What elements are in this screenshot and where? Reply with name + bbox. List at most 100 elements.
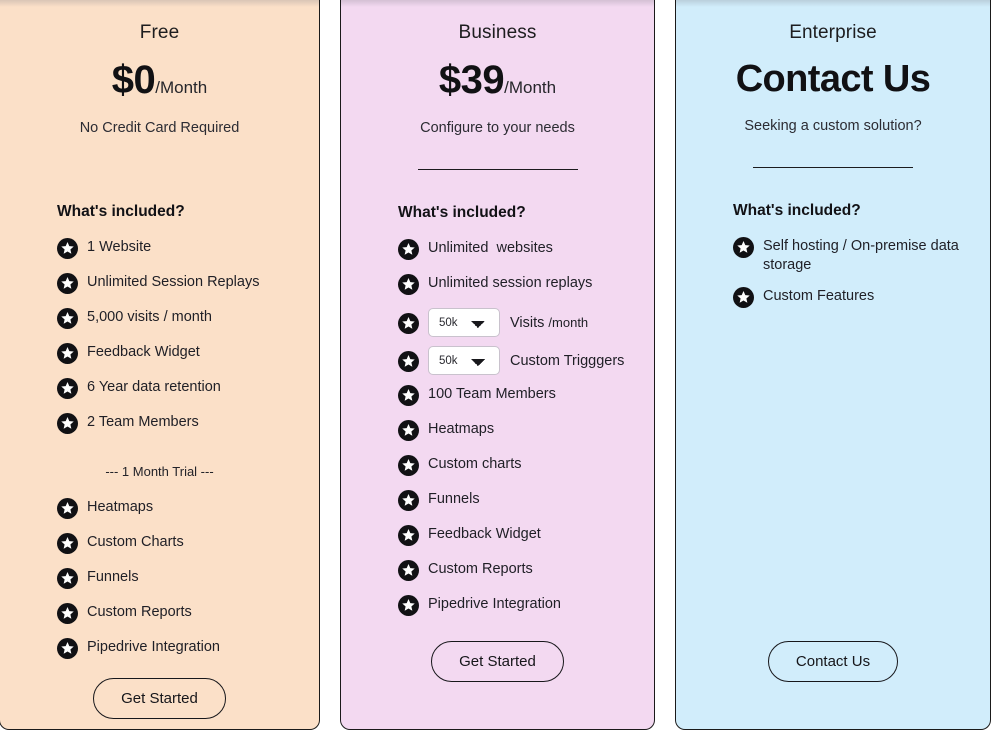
feature-label: Funnels — [87, 569, 139, 585]
star-badge-icon — [398, 274, 419, 295]
divider — [753, 167, 913, 168]
feature-list: Unlimited websites Unlimited session rep… — [361, 238, 634, 629]
list-item: Heatmaps — [398, 419, 634, 443]
feature-label: Funnels — [428, 491, 480, 507]
list-item: 1 Website — [57, 237, 299, 261]
get-started-button[interactable]: Get Started — [431, 641, 564, 682]
list-item-triggers-selector: 50k Custom Trigggers — [398, 346, 634, 375]
visits-label-unit: /month — [548, 314, 589, 330]
divider — [417, 169, 578, 170]
list-item: Unlimited Session Replays — [57, 272, 299, 296]
plan-name: Enterprise — [789, 22, 877, 43]
feature-label: 2 Team Members — [87, 414, 199, 430]
star-badge-icon — [398, 560, 419, 581]
plan-price: Contact Us — [696, 58, 970, 101]
list-item: 6 Year data retention — [57, 377, 299, 401]
star-badge-icon — [57, 533, 78, 554]
pricing-plans-row: Free $0/Month No Credit Card Required Wh… — [0, 0, 991, 735]
list-item: Feedback Widget — [57, 342, 299, 366]
cta-container: Contact Us — [696, 641, 970, 729]
list-item-visits-selector: 50k Visits /month — [398, 308, 634, 337]
star-badge-icon — [398, 385, 419, 406]
plan-subtitle: No Credit Card Required — [79, 120, 240, 136]
visits-select-label: Visits /month — [510, 315, 588, 331]
star-badge-icon — [398, 595, 419, 616]
star-badge-icon — [57, 413, 78, 434]
list-item: Funnels — [57, 567, 299, 591]
feature-label: Custom Features — [763, 288, 875, 305]
star-badge-icon — [57, 498, 78, 519]
feature-label: 5,000 visits / month — [87, 309, 212, 325]
feature-label: Custom Charts — [87, 534, 184, 550]
star-badge-icon — [57, 343, 78, 364]
list-item: Funnels — [398, 489, 634, 513]
feature-label: Pipedrive Integration — [87, 639, 220, 655]
list-item: Custom Features — [733, 286, 970, 310]
list-item: Custom Reports — [398, 559, 634, 583]
contact-us-button[interactable]: Contact Us — [767, 641, 899, 682]
feature-label: Unlimited Session Replays — [87, 274, 260, 290]
list-item: Feedback Widget — [398, 524, 634, 548]
triggers-quantity-select[interactable]: 50k — [428, 346, 500, 375]
visits-quantity-select[interactable]: 50k — [428, 308, 500, 337]
price-period: /Month — [504, 78, 557, 97]
star-badge-icon — [57, 603, 78, 624]
feature-label: Custom Reports — [87, 604, 192, 620]
feature-label: Feedback Widget — [428, 526, 541, 542]
list-item: 2 Team Members — [57, 412, 299, 436]
get-started-button[interactable]: Get Started — [93, 678, 226, 719]
price-period: /Month — [155, 78, 208, 97]
list-item: Custom Reports — [57, 602, 299, 626]
list-item: Self hosting / On-premise data storage — [733, 236, 970, 275]
plan-name: Free — [139, 22, 180, 43]
list-item: Custom Charts — [57, 532, 299, 556]
plan-subtitle: Configure to your needs — [420, 120, 575, 136]
visits-label-text: Visits — [510, 314, 549, 331]
feature-label: Pipedrive Integration — [428, 596, 561, 612]
list-item: Custom charts — [398, 454, 634, 478]
included-title: What's included? — [733, 202, 861, 219]
star-badge-icon — [398, 455, 419, 476]
triggers-select-label: Custom Trigggers — [510, 352, 625, 369]
star-badge-icon — [398, 525, 419, 546]
plan-subtitle: Seeking a custom solution? — [744, 118, 922, 134]
star-badge-icon — [57, 273, 78, 294]
feature-label: 100 Team Members — [428, 386, 556, 402]
list-item: Pipedrive Integration — [398, 594, 634, 618]
star-badge-icon — [733, 287, 754, 309]
feature-label: Heatmaps — [87, 499, 154, 515]
star-badge-icon — [57, 238, 78, 259]
cta-container: Get Started — [361, 641, 634, 729]
trial-feature-list: Heatmaps Custom Charts Funnels Custom Re… — [20, 497, 299, 672]
list-item: Unlimited session replays — [398, 273, 634, 297]
feature-list: 1 Website Unlimited Session Replays 5,00… — [20, 237, 299, 447]
list-item: Heatmaps — [57, 497, 299, 521]
plan-card-free: Free $0/Month No Credit Card Required Wh… — [0, 0, 320, 730]
feature-label: Self hosting / On-premise data storage — [763, 238, 963, 274]
star-badge-icon — [57, 378, 78, 399]
price-amount: Contact Us — [735, 58, 931, 100]
plan-price: $0/Month — [20, 58, 299, 103]
plan-price: $39/Month — [361, 58, 634, 103]
feature-label: 6 Year data retention — [87, 379, 221, 395]
star-badge-icon — [57, 638, 78, 659]
star-badge-icon — [57, 308, 78, 329]
cta-container: Get Started — [20, 678, 299, 735]
feature-label: Feedback Widget — [87, 344, 200, 360]
feature-label: Custom charts — [428, 456, 522, 472]
plan-card-enterprise: Enterprise Contact Us Seeking a custom s… — [675, 0, 991, 730]
star-badge-icon — [398, 420, 419, 441]
included-title: What's included? — [57, 203, 185, 220]
price-amount: $0 — [111, 58, 156, 102]
star-badge-icon — [733, 237, 754, 258]
star-badge-icon — [398, 350, 419, 372]
star-badge-icon — [398, 312, 419, 334]
included-title: What's included? — [398, 204, 526, 221]
plan-card-business: Business $39/Month Configure to your nee… — [340, 0, 655, 730]
list-item: 100 Team Members — [398, 384, 634, 408]
feature-label: Unlimited session replays — [428, 275, 593, 291]
feature-label: Custom Reports — [428, 561, 533, 577]
feature-label: 1 Website — [87, 239, 152, 255]
